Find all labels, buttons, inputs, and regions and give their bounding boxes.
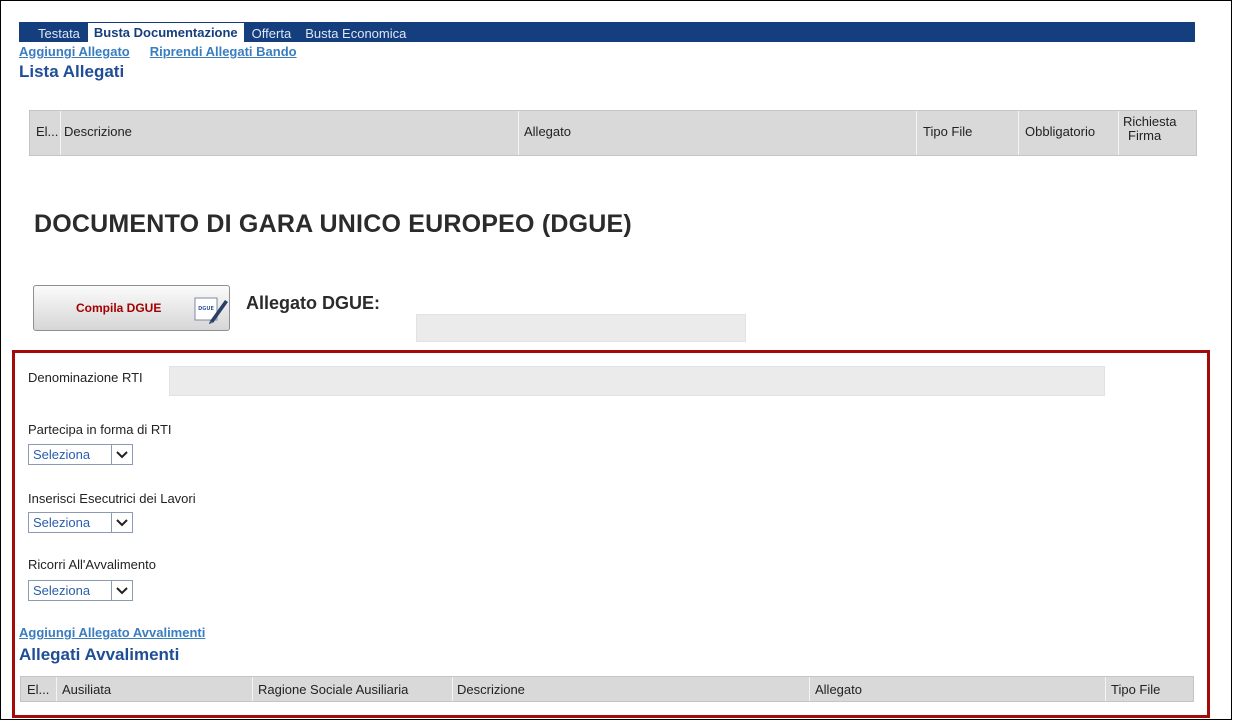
tab-busta-documentazione[interactable]: Busta Documentazione — [87, 23, 244, 42]
column-header-obbligatorio[interactable]: Obbligatorio — [1025, 124, 1095, 139]
chevron-down-icon — [111, 581, 132, 600]
column-header-descrizione[interactable]: Descrizione — [64, 124, 132, 139]
riprendi-allegati-bando-link[interactable]: Riprendi Allegati Bando — [150, 44, 297, 59]
esecutrici-lavori-select[interactable]: Seleziona — [28, 512, 133, 533]
denominazione-rti-label: Denominazione RTI — [28, 370, 143, 385]
allegati-avvalimenti-title: Allegati Avvalimenti — [19, 645, 180, 664]
partecipa-rti-label: Partecipa in forma di RTI — [28, 422, 172, 437]
dgue-title: DOCUMENTO DI GARA UNICO EUROPEO (DGUE) — [34, 210, 632, 238]
esecutrici-lavori-label: Inserisci Esecutrici dei Lavori — [28, 491, 196, 506]
column-header-tipo-file[interactable]: Tipo File — [923, 124, 972, 139]
column-header-ragione-sociale-ausiliaria[interactable]: Ragione Sociale Ausiliaria — [258, 682, 408, 697]
avvalimento-label: Ricorri All'Avvalimento — [28, 557, 156, 572]
column-header-el[interactable]: El... — [36, 124, 58, 139]
partecipa-rti-value: Seleziona — [33, 447, 91, 462]
tab-offerta[interactable]: Offerta — [246, 24, 298, 42]
top-links: Aggiungi Allegato Riprendi Allegati Band… — [19, 44, 297, 59]
column-header-el[interactable]: El... — [27, 682, 49, 697]
column-header-allegato[interactable]: Allegato — [815, 682, 862, 697]
aggiungi-allegato-avvalimenti-link[interactable]: Aggiungi Allegato Avvalimenti — [19, 625, 205, 640]
dgue-icon-text: DGUE — [198, 306, 214, 312]
avvalimento-select[interactable]: Seleziona — [28, 580, 133, 601]
allegato-dgue-label: Allegato DGUE: — [246, 293, 381, 313]
column-header-descrizione[interactable]: Descrizione — [457, 682, 525, 697]
allegato-dgue-field — [416, 314, 746, 342]
denominazione-rti-field — [169, 366, 1105, 396]
lista-allegati-title: Lista Allegati — [19, 62, 125, 81]
aggiungi-allegato-link[interactable]: Aggiungi Allegato — [19, 44, 130, 59]
partecipa-rti-select[interactable]: Seleziona — [28, 444, 133, 465]
column-header-allegato[interactable]: Allegato — [524, 124, 571, 139]
column-header-firma[interactable]: Firma — [1128, 128, 1161, 143]
lista-allegati-grid-header: El... Descrizione Allegato Tipo File Obb… — [29, 110, 1197, 156]
avvalimenti-grid-header: El... Ausiliata Ragione Sociale Ausiliar… — [20, 676, 1194, 702]
chevron-down-icon — [111, 513, 132, 532]
tab-bar: Testata Busta Documentazione Offerta Bus… — [19, 22, 1195, 42]
column-header-ausiliata[interactable]: Ausiliata — [62, 682, 111, 697]
highlight-box — [12, 350, 1210, 718]
chevron-down-icon — [111, 445, 132, 464]
column-header-tipo-file[interactable]: Tipo File — [1111, 682, 1160, 697]
compila-dgue-button[interactable]: Compila DGUE DGUE — [33, 285, 230, 331]
tab-testata[interactable]: Testata — [32, 24, 86, 42]
esecutrici-lavori-value: Seleziona — [33, 515, 91, 530]
dgue-document-icon: DGUE — [194, 297, 228, 324]
tab-busta-economica[interactable]: Busta Economica — [299, 24, 412, 42]
compila-dgue-label: Compila DGUE — [76, 301, 162, 315]
avvalimento-value: Seleziona — [33, 583, 91, 598]
column-header-richiesta[interactable]: Richiesta — [1123, 114, 1176, 129]
